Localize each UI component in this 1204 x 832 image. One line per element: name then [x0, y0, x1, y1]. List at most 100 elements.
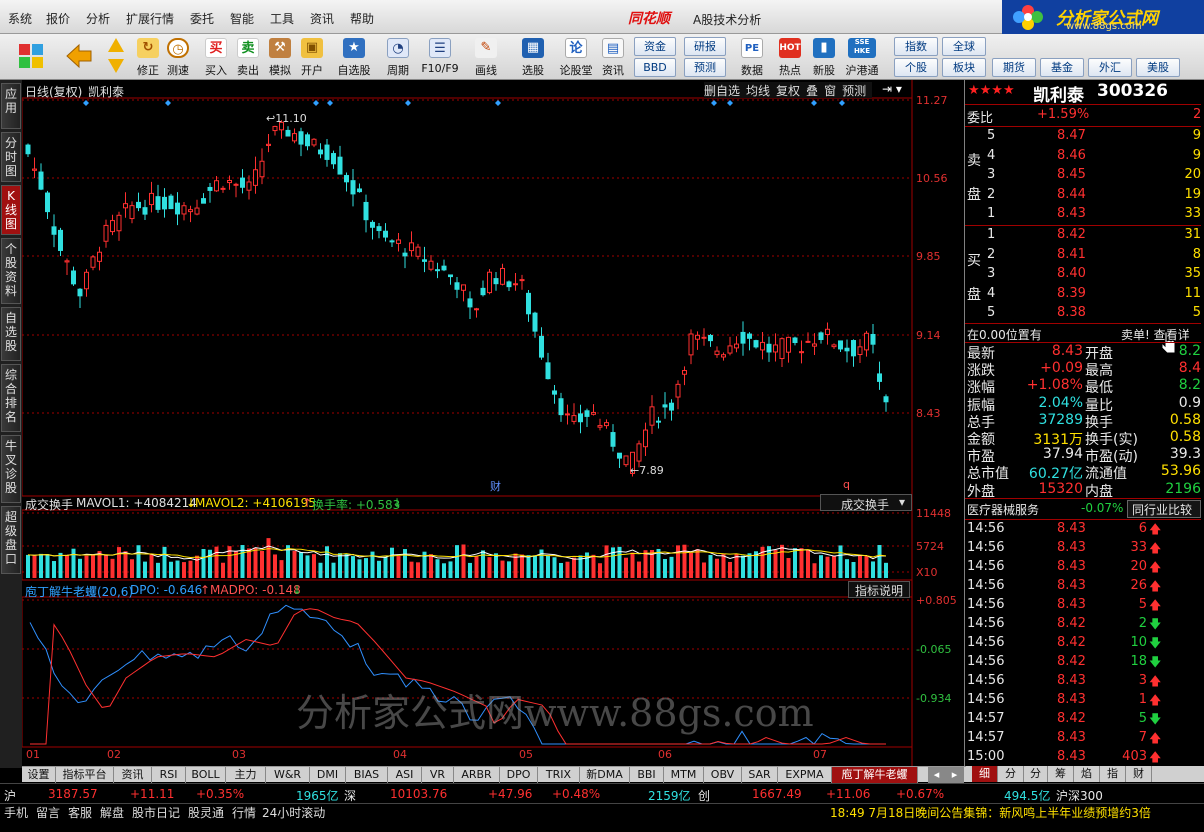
- menu-extended[interactable]: 扩展行情: [126, 10, 174, 27]
- tab-level2[interactable]: 超级盘口: [1, 506, 21, 574]
- btn-stocks[interactable]: 个股: [894, 58, 938, 77]
- tab-trix[interactable]: TRIX: [538, 767, 580, 783]
- tab-indicator-platform[interactable]: 指标平台: [56, 767, 114, 783]
- tab-bbi[interactable]: BBI: [630, 767, 664, 783]
- tab-mtm[interactable]: MTM: [664, 767, 704, 783]
- ask-row[interactable]: 5 8.47 9: [965, 127, 1201, 146]
- toolbar-data[interactable]: PE 数据: [736, 36, 768, 78]
- ctrl-arrow-icon[interactable]: ⇥ ▾: [882, 82, 902, 96]
- toolbar-speed-test[interactable]: ◷ 测速: [164, 36, 192, 78]
- toolbar-watchlist[interactable]: ★ 自选股: [334, 36, 374, 78]
- sector-row[interactable]: 医疗器械服务 -0.07% 同行业比较: [965, 500, 1201, 519]
- tab-profile[interactable]: 个股资料: [1, 238, 21, 304]
- btn-forecast[interactable]: 预测: [684, 58, 726, 77]
- tabs-scroll-left-icon[interactable]: ◂: [928, 767, 946, 783]
- menu-quote[interactable]: 报价: [46, 10, 70, 27]
- toolbar-forum[interactable]: 论论股堂: [558, 36, 594, 78]
- bid-row[interactable]: 1 8.42 31: [965, 226, 1201, 245]
- footer-gutl[interactable]: 股灵通: [188, 804, 224, 821]
- finance-marker[interactable]: 财: [490, 478, 501, 494]
- ctrl-window[interactable]: 窗: [824, 84, 836, 98]
- tabs-scroll-right-icon[interactable]: ▸: [946, 767, 964, 783]
- tab-minute[interactable]: 分: [998, 766, 1024, 782]
- toolbar-draw[interactable]: ✎ 画线: [468, 36, 504, 78]
- tab-watchlist[interactable]: 自选股: [1, 307, 21, 361]
- ctrl-adjust[interactable]: 复权: [776, 84, 800, 98]
- toolbar-period[interactable]: ◔ 周期: [380, 36, 416, 78]
- tab-vr[interactable]: VR: [422, 767, 454, 783]
- tab-flame[interactable]: 焰: [1074, 766, 1100, 782]
- event-marker-q[interactable]: q: [843, 478, 850, 491]
- tab-index[interactable]: 指: [1100, 766, 1126, 782]
- ctrl-overlay[interactable]: 叠: [806, 84, 818, 98]
- toolbar-sell[interactable]: 卖卖出: [234, 36, 262, 78]
- tab-dpo[interactable]: DPO: [500, 767, 538, 783]
- ask-row[interactable]: 4 8.46 9: [965, 147, 1201, 166]
- tab-custom-indicator[interactable]: 庖丁解牛老蠼: [832, 767, 918, 783]
- menu-analysis[interactable]: 分析: [86, 10, 110, 27]
- ctrl-del-watch[interactable]: 删自选: [704, 84, 740, 98]
- tab-settings[interactable]: 设置: [22, 767, 56, 783]
- tab-intraday[interactable]: 分时图: [1, 132, 21, 182]
- tab-ranking[interactable]: 综合排名: [1, 364, 21, 432]
- tab-sar[interactable]: SAR: [742, 767, 778, 783]
- tab-wr[interactable]: W&R: [266, 767, 310, 783]
- menu-info[interactable]: 资讯: [310, 10, 334, 27]
- vol-indicator-dropdown[interactable]: 成交换手 ▾: [820, 494, 912, 512]
- toolbar-new-stock[interactable]: ▮ 新股: [808, 36, 840, 78]
- toolbar-news[interactable]: ▤ 资讯: [598, 36, 628, 78]
- tab-arbr[interactable]: ARBR: [454, 767, 500, 783]
- toolbar-open-account[interactable]: ▣ 开户: [298, 36, 326, 78]
- tab-diagnosis[interactable]: 牛叉诊股: [1, 435, 21, 503]
- menu-tools[interactable]: 工具: [270, 10, 294, 27]
- tab-rsi[interactable]: RSI: [152, 767, 186, 783]
- tab-boll[interactable]: BOLL: [186, 767, 226, 783]
- tab-detail[interactable]: 细: [972, 766, 998, 782]
- btn-sectors[interactable]: 板块: [942, 58, 986, 77]
- btn-funds-mkt[interactable]: 基金: [1040, 58, 1084, 77]
- news-ticker[interactable]: 18:49 7月18日晚间公告集锦：新风鸣上半年业绩预增约3倍: [830, 804, 1151, 821]
- bid-row[interactable]: 2 8.41 8: [965, 246, 1201, 265]
- tab-finance[interactable]: 财: [1126, 766, 1152, 782]
- tab-bias[interactable]: BIAS: [346, 767, 388, 783]
- bid-row[interactable]: 4 8.39 11: [965, 285, 1201, 304]
- ask-row[interactable]: 1 8.43 33: [965, 205, 1201, 224]
- tab-asi[interactable]: ASI: [388, 767, 422, 783]
- tab-expma[interactable]: EXPMA: [778, 767, 832, 783]
- toolbar-hk-connect[interactable]: SSE HKE 沪港通: [842, 36, 882, 78]
- page-up-down[interactable]: [104, 36, 128, 78]
- tab-new-dma[interactable]: 新DMA: [580, 767, 630, 783]
- tab-apps[interactable]: 应用: [1, 83, 21, 129]
- tab-obv[interactable]: OBV: [704, 767, 742, 783]
- toolbar-f10[interactable]: ☰ F10/F9: [420, 36, 460, 78]
- tab-main-force[interactable]: 主力: [226, 767, 266, 783]
- menu-help[interactable]: 帮助: [350, 10, 374, 27]
- back-button[interactable]: [62, 36, 96, 78]
- menu-trade[interactable]: 委托: [190, 10, 214, 27]
- btn-funds[interactable]: 资金: [634, 37, 676, 56]
- btn-global[interactable]: 全球: [942, 37, 986, 56]
- footer-diary[interactable]: 股市日记: [132, 804, 180, 821]
- toolbar-buy[interactable]: 买买入: [202, 36, 230, 78]
- btn-futures[interactable]: 期货: [992, 58, 1036, 77]
- bid-row[interactable]: 3 8.40 35: [965, 265, 1201, 284]
- footer-service[interactable]: 客服: [68, 804, 92, 821]
- toolbar-revise[interactable]: ↻ 修正: [134, 36, 162, 78]
- toolbar-simulate[interactable]: ⚒ 模拟: [266, 36, 294, 78]
- footer-24h[interactable]: 24小时滚动: [262, 804, 325, 821]
- ask-row[interactable]: 2 8.44 19: [965, 186, 1201, 205]
- ctrl-ma[interactable]: 均线: [746, 84, 770, 98]
- menu-system[interactable]: 系统: [8, 10, 32, 27]
- chart-area[interactable]: [22, 80, 964, 766]
- bid-row[interactable]: 5 8.38 5: [965, 304, 1201, 323]
- btn-forex[interactable]: 外汇: [1088, 58, 1132, 77]
- layout-button[interactable]: [14, 36, 48, 78]
- menu-smart[interactable]: 智能: [230, 10, 254, 27]
- footer-quotes[interactable]: 行情: [232, 804, 256, 821]
- btn-index[interactable]: 指数: [894, 37, 938, 56]
- footer-mobile[interactable]: 手机: [4, 804, 28, 821]
- footer-analysis[interactable]: 解盘: [100, 804, 124, 821]
- toolbar-hot[interactable]: HOT 热点: [774, 36, 806, 78]
- tab-split[interactable]: 分: [1024, 766, 1048, 782]
- btn-us-stocks[interactable]: 美股: [1136, 58, 1180, 77]
